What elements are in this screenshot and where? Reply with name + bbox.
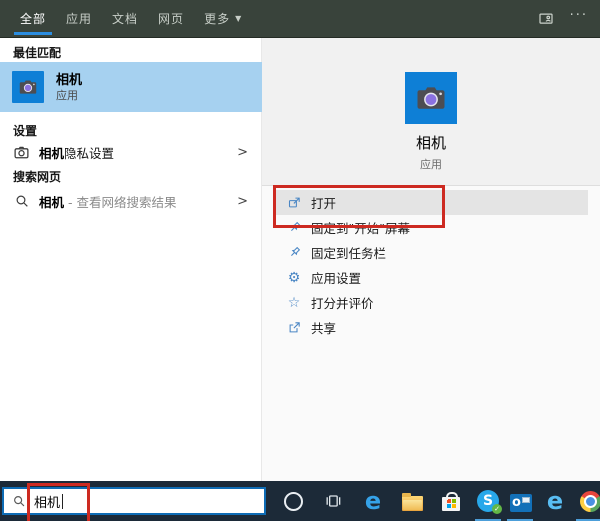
action-rate-review[interactable]: ☆ 打分并评价 bbox=[276, 290, 588, 315]
camera-privacy-label-rest: 隐私设置 bbox=[64, 146, 114, 161]
search-icon bbox=[13, 193, 30, 210]
web-search-label: 相机 - 查看网络搜索结果 bbox=[39, 192, 176, 211]
outlook-button[interactable]: o bbox=[509, 489, 533, 513]
app-header: 相机 应用 bbox=[262, 38, 600, 186]
user-feedback-icon[interactable] bbox=[536, 9, 556, 29]
task-view-button[interactable] bbox=[321, 489, 345, 513]
skype-icon: S ✓ bbox=[477, 490, 499, 512]
skype-status-badge: ✓ bbox=[492, 504, 502, 514]
camera-app-icon bbox=[12, 71, 44, 103]
chevron-right-icon: > bbox=[237, 145, 248, 160]
chrome-hub bbox=[584, 495, 597, 508]
cortana-icon bbox=[284, 492, 303, 511]
internet-explorer-button[interactable]: e bbox=[543, 489, 567, 513]
annotation-box-search-text bbox=[27, 483, 90, 521]
annotation-box-open bbox=[273, 185, 445, 228]
best-match-text: 相机 应用 bbox=[56, 72, 82, 103]
action-share[interactable]: 共享 bbox=[276, 315, 588, 340]
camera-privacy-label: 相机隐私设置 bbox=[39, 143, 114, 162]
action-pin-to-taskbar[interactable]: 固定到任务栏 bbox=[276, 240, 588, 265]
action-share-label: 共享 bbox=[311, 318, 336, 337]
tab-apps[interactable]: 应用 bbox=[56, 0, 102, 37]
tab-web-label: 网页 bbox=[158, 10, 184, 27]
chrome-button[interactable] bbox=[578, 489, 600, 513]
tab-documents-label: 文档 bbox=[112, 10, 138, 27]
filter-tabs: 全部 应用 文档 网页 更多 ▼ bbox=[10, 0, 252, 37]
cortana-button[interactable] bbox=[281, 489, 305, 513]
best-match-header: 最佳匹配 bbox=[13, 44, 61, 61]
outlook-letter: o bbox=[512, 494, 521, 512]
star-icon: ☆ bbox=[286, 295, 302, 311]
chrome-icon bbox=[580, 491, 600, 512]
tab-web[interactable]: 网页 bbox=[148, 0, 194, 37]
web-search-label-bold: 相机 bbox=[39, 195, 64, 210]
task-view-icon bbox=[323, 491, 343, 511]
action-rate-review-label: 打分并评价 bbox=[311, 293, 374, 312]
camera-outline-icon bbox=[13, 144, 30, 161]
envelope-icon bbox=[522, 497, 530, 503]
outlook-icon: o bbox=[510, 494, 532, 512]
edge-icon: e bbox=[365, 489, 381, 513]
topbar-actions: ··· bbox=[536, 0, 588, 38]
app-name: 相机 bbox=[262, 132, 600, 153]
share-icon bbox=[286, 320, 302, 336]
search-filter-bar: 全部 应用 文档 网页 更多 ▼ ··· bbox=[0, 0, 600, 38]
best-match-title: 相机 bbox=[56, 72, 82, 89]
chevron-right-icon: > bbox=[237, 194, 248, 209]
result-camera-privacy-settings[interactable]: 相机隐私设置 > bbox=[0, 139, 262, 166]
tab-all-label: 全部 bbox=[20, 10, 46, 27]
app-type: 应用 bbox=[262, 156, 600, 172]
internet-explorer-icon: e bbox=[547, 489, 563, 513]
file-explorer-button[interactable] bbox=[400, 489, 424, 513]
store-icon bbox=[442, 497, 460, 511]
tab-apps-label: 应用 bbox=[66, 10, 92, 27]
web-search-section-header: 搜索网页 bbox=[13, 168, 61, 185]
best-match-subtitle: 应用 bbox=[56, 89, 82, 103]
result-best-match-camera[interactable]: 相机 应用 bbox=[0, 62, 262, 112]
tab-more-label: 更多 bbox=[204, 10, 230, 27]
search-results-panel: 最佳匹配 相机 应用 设置 bbox=[0, 38, 262, 481]
store-button[interactable] bbox=[439, 489, 463, 513]
skype-button[interactable]: S ✓ bbox=[476, 489, 500, 513]
tab-more[interactable]: 更多 ▼ bbox=[194, 0, 252, 37]
more-options-icon[interactable]: ··· bbox=[570, 11, 588, 27]
web-search-label-rest: - 查看网络搜索结果 bbox=[64, 195, 176, 210]
taskbar: 相机 e S bbox=[0, 481, 600, 521]
tab-all[interactable]: 全部 bbox=[10, 0, 56, 37]
search-icon bbox=[12, 494, 26, 508]
windows-search-flyout: 全部 应用 文档 网页 更多 ▼ ··· 最佳匹配 bbox=[0, 0, 600, 521]
action-app-settings-label: 应用设置 bbox=[311, 268, 361, 287]
action-pin-to-taskbar-label: 固定到任务栏 bbox=[311, 243, 386, 262]
chevron-down-icon: ▼ bbox=[235, 14, 242, 23]
camera-privacy-label-bold: 相机 bbox=[39, 146, 64, 161]
result-web-search-camera[interactable]: 相机 - 查看网络搜索结果 > bbox=[0, 187, 262, 215]
pin-icon bbox=[286, 245, 302, 261]
tab-documents[interactable]: 文档 bbox=[102, 0, 148, 37]
file-explorer-icon bbox=[402, 496, 423, 511]
app-preview-panel: 相机 应用 打开 bbox=[262, 38, 600, 481]
camera-app-tile-icon bbox=[405, 72, 457, 124]
gear-icon: ⚙ bbox=[286, 270, 302, 286]
settings-section-header: 设置 bbox=[13, 122, 37, 139]
action-app-settings[interactable]: ⚙ 应用设置 bbox=[276, 265, 588, 290]
edge-button[interactable]: e bbox=[361, 489, 385, 513]
windows-logo-icon bbox=[447, 499, 456, 508]
